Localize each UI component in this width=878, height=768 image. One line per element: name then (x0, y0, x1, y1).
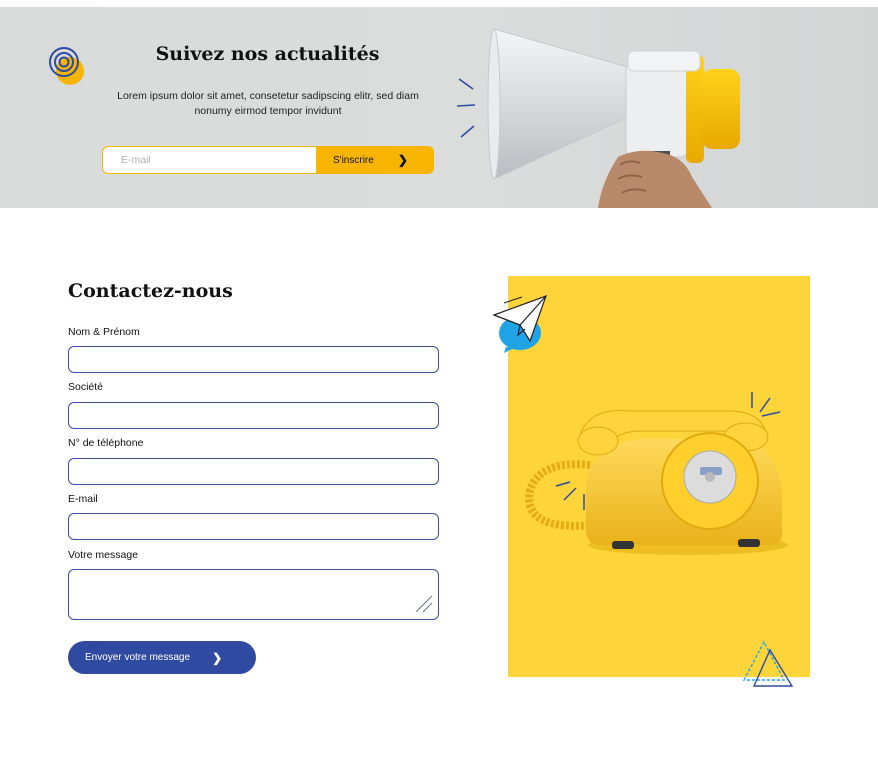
paper-plane-icon (492, 294, 547, 353)
triangles-icon (742, 640, 794, 687)
ring-lines-icon (751, 392, 781, 417)
resize-handle-icon[interactable] (414, 594, 434, 614)
phone-field[interactable] (68, 458, 439, 485)
company-label: Société (68, 381, 104, 393)
email-label: E-mail (68, 493, 98, 505)
send-message-label: Envoyer votre message (85, 652, 191, 663)
ring-lines-icon (555, 481, 585, 510)
newsletter-title: Suivez nos actualités (155, 43, 380, 65)
send-message-button[interactable]: Envoyer votre message ❯ (68, 641, 256, 674)
email-field[interactable] (68, 513, 439, 540)
megaphone-image (487, 28, 740, 208)
name-field[interactable] (68, 346, 439, 373)
phone-label: N° de téléphone (68, 437, 144, 449)
message-label: Votre message (68, 549, 139, 561)
chevron-right-icon: ❯ (397, 153, 408, 167)
name-label: Nom & Prénom (68, 326, 140, 338)
chevron-right-icon: ❯ (212, 650, 223, 665)
company-field[interactable] (68, 402, 439, 429)
message-field[interactable] (68, 569, 439, 620)
newsletter-form: S'inscrire ❯ (102, 146, 434, 174)
subscribe-button[interactable]: S'inscrire ❯ (316, 146, 434, 174)
circles-icon (49, 47, 84, 85)
subscribe-label: S'inscrire (333, 154, 374, 166)
newsletter-banner: Suivez nos actualités Lorem ipsum dolor … (0, 7, 878, 208)
contact-title: Contactez-nous (68, 280, 233, 302)
newsletter-description: Lorem ipsum dolor sit amet, consetetur s… (117, 90, 419, 117)
sound-lines-icon (456, 78, 476, 138)
newsletter-email-input[interactable] (102, 146, 316, 174)
